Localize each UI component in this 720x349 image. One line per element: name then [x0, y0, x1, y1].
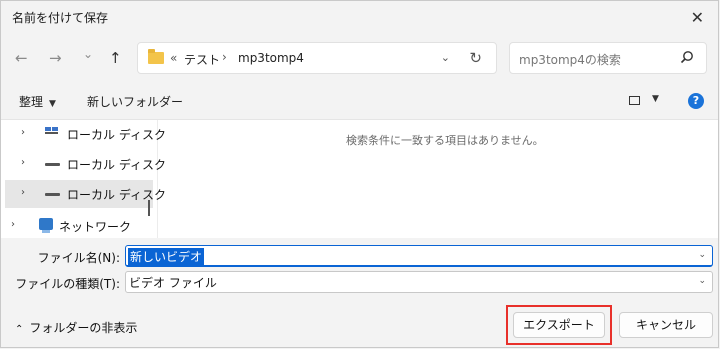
title-bar: 名前を付けて保存 ✕ [1, 1, 718, 33]
filetype-label: ファイルの種類(T): [15, 277, 120, 291]
tree-item-local-disk[interactable]: › ローカル ディスク [5, 180, 166, 208]
breadcrumb-overflow[interactable]: « [170, 51, 177, 65]
filetype-select[interactable]: ビデオ ファイル ⌄ [125, 271, 713, 293]
chevron-right-icon[interactable]: › [21, 127, 25, 138]
tree-item-local-disk[interactable]: › ローカル ディスク [5, 120, 166, 148]
filename-row: ファイル名(N): 新しいビデオ ⌄ [1, 245, 718, 267]
command-bar: 整理 ▼ 新しいフォルダー ▼ ? [1, 87, 718, 115]
back-arrow-icon[interactable]: ← [15, 49, 28, 67]
tree-item-label: ローカル ディスク [67, 188, 166, 202]
caret-down-icon: ▼ [49, 99, 56, 109]
chevron-right-icon[interactable]: › [21, 187, 25, 198]
dialog-title: 名前を付けて保存 [12, 11, 109, 25]
empty-results-message: 検索条件に一致する項目はありません。 [346, 134, 544, 147]
hide-folders-toggle[interactable]: ⌃ フォルダーの非表示 [15, 319, 137, 336]
search-box[interactable]: mp3tomp4の検索 [509, 42, 707, 74]
network-icon [39, 218, 53, 233]
save-as-dialog: 名前を付けて保存 ✕ ← → ⌄ ↑ « テスト › mp3tomp4 ⌄ ↻ … [0, 0, 719, 348]
filename-field[interactable]: 新しいビデオ ⌄ [125, 245, 713, 267]
filetype-row: ファイルの種類(T): ビデオ ファイル ⌄ [1, 271, 718, 293]
navigation-pane: › ローカル ディスク › ローカル ディスク › ローカル ディスク › ネッ… [1, 120, 166, 240]
drive-icon [45, 193, 60, 196]
dialog-footer: ⌃ フォルダーの非表示 エクスポート キャンセル [1, 301, 718, 349]
drive-icon [45, 163, 60, 166]
search-input[interactable]: mp3tomp4の検索 [519, 51, 621, 68]
tree-item-label: ローカル ディスク [67, 128, 166, 142]
scrollbar-thumb[interactable] [148, 200, 150, 216]
caret-down-icon[interactable]: ▼ [652, 94, 659, 104]
chevron-down-icon[interactable]: ⌄ [441, 51, 450, 64]
refresh-icon[interactable]: ↻ [469, 49, 482, 67]
chevron-down-icon[interactable]: ⌄ [698, 250, 706, 260]
view-mode-icon[interactable] [629, 96, 640, 105]
chevron-right-icon[interactable]: › [21, 157, 25, 168]
tree-item-network[interactable]: › ネットワーク [5, 212, 153, 240]
windows-drive-icon [45, 127, 59, 137]
address-bar[interactable]: « テスト › mp3tomp4 ⌄ ↻ [137, 42, 497, 74]
help-icon[interactable]: ? [688, 93, 704, 109]
up-arrow-icon[interactable]: ↑ [109, 49, 122, 67]
chevron-right-icon[interactable]: › [11, 219, 15, 230]
filetype-value: ビデオ ファイル [129, 276, 217, 290]
breadcrumb-item-mp3tomp4[interactable]: mp3tomp4 [238, 51, 304, 65]
folder-icon [148, 49, 164, 64]
organize-label: 整理 [19, 95, 44, 109]
close-icon[interactable]: ✕ [691, 8, 704, 27]
search-icon[interactable] [680, 50, 694, 64]
filename-label: ファイル名(N): [37, 251, 120, 265]
tree-item-label: ネットワーク [59, 220, 132, 234]
new-folder-button[interactable]: 新しいフォルダー [87, 93, 183, 110]
recent-locations-icon[interactable]: ⌄ [83, 47, 93, 61]
tree-item-label: ローカル ディスク [67, 158, 166, 172]
export-button[interactable]: エクスポート [513, 312, 605, 338]
navigation-bar: ← → ⌄ ↑ « テスト › mp3tomp4 ⌄ ↻ mp3tomp4の検索 [1, 39, 718, 79]
breadcrumb-item-test[interactable]: テスト [184, 51, 220, 68]
forward-arrow-icon[interactable]: → [49, 49, 62, 67]
chevron-down-icon[interactable]: ⌄ [698, 276, 706, 286]
chevron-up-icon: ⌃ [15, 324, 24, 335]
breadcrumb-separator-icon: › [222, 50, 227, 64]
hide-folders-label: フォルダーの非表示 [29, 321, 138, 335]
cancel-button[interactable]: キャンセル [619, 312, 713, 338]
filename-input[interactable]: 新しいビデオ [128, 248, 205, 265]
tree-item-local-disk[interactable]: › ローカル ディスク [5, 150, 166, 178]
file-browser: › ローカル ディスク › ローカル ディスク › ローカル ディスク › ネッ… [1, 119, 718, 238]
organize-button[interactable]: 整理 ▼ [19, 93, 56, 110]
